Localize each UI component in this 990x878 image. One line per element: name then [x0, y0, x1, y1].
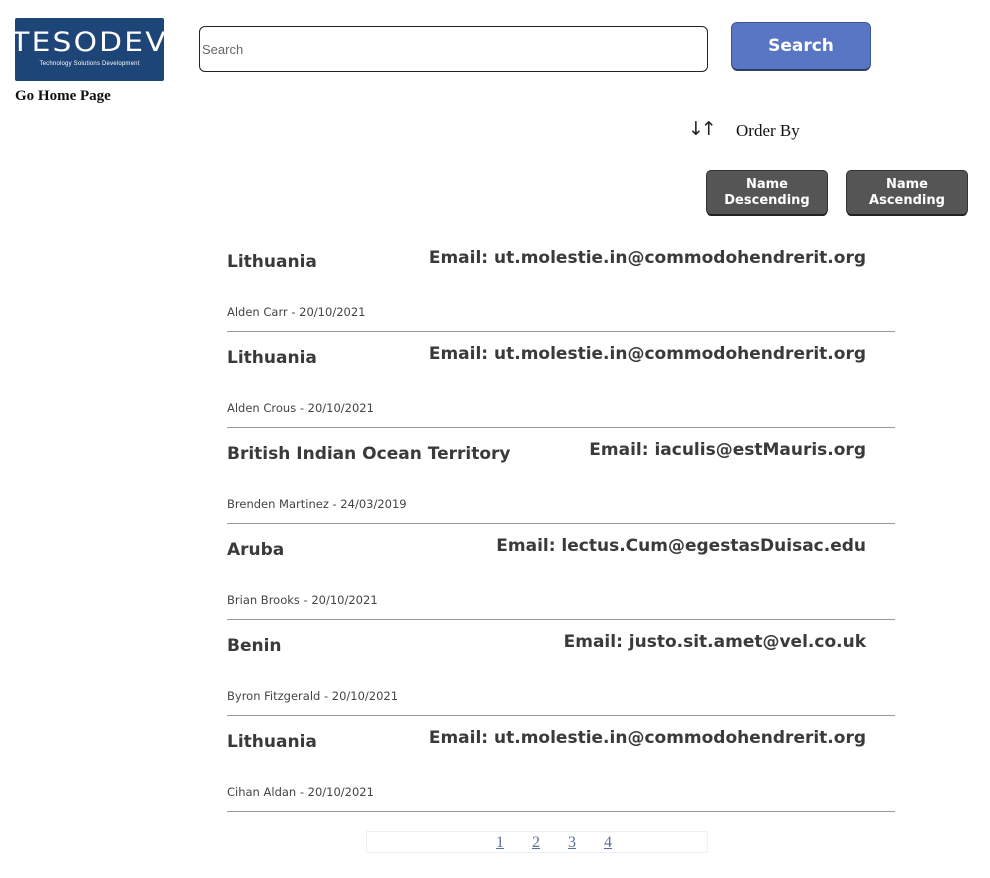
- result-item[interactable]: Benin Email: justo.sit.amet@vel.co.uk By…: [227, 620, 895, 716]
- result-item[interactable]: Aruba Email: lectus.Cum@egestasDuisac.ed…: [227, 524, 895, 620]
- result-item[interactable]: Lithuania Email: ut.molestie.in@commodoh…: [227, 236, 895, 332]
- logo-tagline: Technology Solutions Development: [39, 61, 140, 67]
- search-button[interactable]: Search: [732, 23, 870, 69]
- order-by-label: Order By: [736, 121, 800, 140]
- logo-wordmark: TESODEV: [11, 27, 168, 58]
- result-meta: Byron Fitzgerald - 20/10/2021: [227, 689, 399, 703]
- pagination: 1 2 3 4: [366, 831, 708, 853]
- result-country: Lithuania: [227, 252, 317, 272]
- result-email: Email: ut.molestie.in@commodohendrerit.o…: [428, 728, 866, 748]
- result-meta: Cihan Aldan - 20/10/2021: [227, 785, 374, 799]
- result-item[interactable]: Lithuania Email: ut.molestie.in@commodoh…: [227, 716, 895, 812]
- page-link-4[interactable]: 4: [604, 832, 612, 854]
- name-ascending-button[interactable]: Name Ascending: [847, 171, 967, 214]
- result-meta: Alden Carr - 20/10/2021: [227, 305, 366, 319]
- search-input[interactable]: [199, 26, 708, 72]
- page-link-2[interactable]: 2: [532, 832, 540, 854]
- result-country: British Indian Ocean Territory: [227, 444, 511, 464]
- result-meta: Brenden Martinez - 24/03/2019: [227, 497, 407, 511]
- result-email: Email: ut.molestie.in@commodohendrerit.o…: [428, 344, 866, 364]
- result-country: Lithuania: [227, 732, 317, 752]
- result-country: Lithuania: [227, 348, 317, 368]
- result-email: Email: iaculis@estMauris.org: [589, 440, 866, 460]
- result-email: Email: ut.molestie.in@commodohendrerit.o…: [428, 248, 866, 268]
- result-country: Aruba: [227, 540, 285, 560]
- result-meta: Alden Crous - 20/10/2021: [227, 401, 374, 415]
- sort-arrows-icon[interactable]: ↓↑: [688, 118, 717, 140]
- page-link-1[interactable]: 1: [496, 832, 504, 854]
- go-home-link[interactable]: Go Home Page: [15, 88, 111, 105]
- results-list: Lithuania Email: ut.molestie.in@commodoh…: [227, 236, 895, 812]
- tesodev-logo[interactable]: TESODEV Technology Solutions Development: [11, 18, 166, 81]
- result-email: Email: justo.sit.amet@vel.co.uk: [563, 632, 866, 652]
- result-item[interactable]: British Indian Ocean Territory Email: ia…: [227, 428, 895, 524]
- page-link-3[interactable]: 3: [568, 832, 576, 854]
- name-descending-button[interactable]: Name Descending: [707, 171, 827, 214]
- result-meta: Brian Brooks - 20/10/2021: [227, 593, 378, 607]
- result-email: Email: lectus.Cum@egestasDuisac.edu: [496, 536, 866, 556]
- result-country: Benin: [227, 636, 282, 656]
- result-item[interactable]: Lithuania Email: ut.molestie.in@commodoh…: [227, 332, 895, 428]
